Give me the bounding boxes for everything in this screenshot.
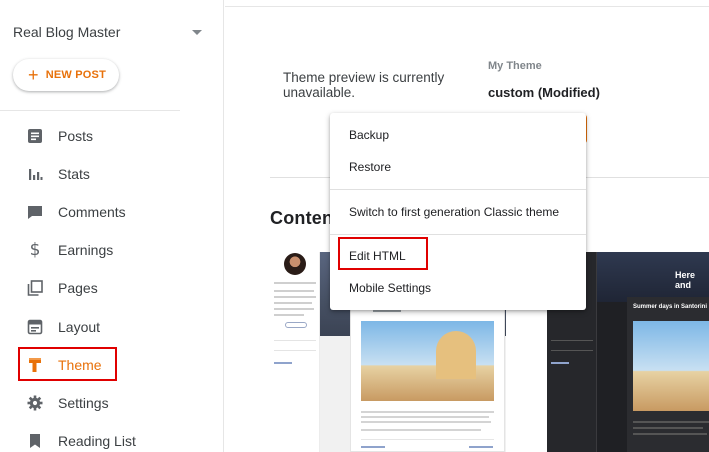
menu-item-classic-theme[interactable]: Switch to first generation Classic theme [330, 199, 586, 225]
blog-selector[interactable]: Real Blog Master [13, 22, 208, 42]
posts-icon [26, 127, 44, 145]
thumbnail-sidebar [270, 252, 320, 452]
sidebar-item-settings[interactable]: Settings [0, 384, 224, 422]
thumbnail-divider [274, 350, 316, 351]
my-theme-label: My Theme [488, 60, 542, 72]
sidebar-item-posts[interactable]: Posts [0, 117, 224, 155]
thumbnail-divider [361, 439, 494, 440]
sidebar-item-label: Settings [58, 394, 109, 411]
top-divider [225, 6, 709, 7]
thumbnail-post-photo [633, 321, 709, 411]
blogger-theme-page: Real Blog Master + NEW POST Posts Stats [0, 0, 709, 452]
thumbnail-post-title: Summer days in Santorini [633, 304, 708, 310]
thumbnail-divider [551, 340, 593, 341]
thumbnail-text-line [274, 282, 316, 284]
stats-icon [26, 165, 44, 183]
layout-icon [26, 318, 44, 336]
sidebar: Real Blog Master + NEW POST Posts Stats [0, 0, 224, 452]
menu-item-backup[interactable]: Backup [330, 122, 586, 148]
thumbnail-text-line [361, 429, 481, 431]
thumbnail-link [274, 362, 292, 364]
blog-name: Real Blog Master [13, 24, 121, 40]
thumbnail-text-line [274, 314, 304, 316]
menu-item-restore[interactable]: Restore [330, 154, 586, 180]
sidebar-item-comments[interactable]: Comments [0, 193, 224, 231]
thumbnail-post-card: Summer days in Santorini [627, 297, 709, 452]
thumbnail-link [551, 362, 569, 364]
sidebar-item-label: Reading List [58, 432, 136, 449]
thumbnail-text-line [633, 421, 709, 423]
pages-icon [26, 279, 44, 297]
new-post-label: NEW POST [45, 69, 106, 81]
preview-unavailable-message: Theme preview is currently unavailable. [283, 70, 445, 100]
menu-divider [330, 234, 586, 235]
sidebar-item-label: Comments [58, 204, 126, 221]
sidebar-item-label: Pages [58, 280, 98, 297]
sidebar-item-reading-list[interactable]: Reading List [0, 422, 224, 452]
sidebar-item-earnings[interactable]: $ Earnings [0, 231, 224, 269]
sidebar-item-stats[interactable]: Stats [0, 155, 224, 193]
my-theme-value: custom (Modified) [488, 85, 600, 100]
thumbnail-text-line [274, 290, 314, 292]
section-heading: Conten [270, 208, 334, 228]
thumbnail-link [361, 446, 385, 448]
menu-item-mobile-settings[interactable]: Mobile Settings [330, 275, 586, 301]
thumbnail-post-card [350, 304, 505, 452]
thumbnail-divider [551, 350, 593, 351]
thumbnail-blog-title: Here and [675, 270, 696, 290]
thumbnail-text-line [274, 308, 314, 310]
sidebar-item-label: Earnings [58, 242, 114, 259]
thumbnail-divider [274, 340, 316, 341]
sidebar-item-label: Posts [58, 128, 94, 145]
thumbnail-post-photo [361, 321, 494, 401]
thumbnail-text-line [361, 416, 489, 418]
sidebar-divider [0, 110, 180, 111]
thumbnail-text-line [274, 296, 316, 298]
edit-html-highlight-box [338, 237, 428, 270]
thumbnail-text-line [373, 310, 401, 312]
comments-icon [26, 203, 44, 221]
plus-icon: + [28, 65, 39, 85]
thumbnail-text-line [274, 302, 312, 304]
menu-divider [330, 189, 586, 190]
thumbnail-text-line [633, 427, 703, 429]
sidebar-item-label: Layout [58, 318, 101, 335]
thumbnail-text-line [633, 433, 707, 435]
thumbnail-text-line [361, 421, 491, 423]
thumbnail-text-line [361, 411, 494, 413]
theme-options-menu: Backup Restore Switch to first generatio… [330, 113, 586, 310]
thumbnail-button [285, 322, 307, 328]
theme-highlight-box [18, 347, 117, 381]
bookmark-icon [26, 432, 44, 450]
sidebar-item-label: Stats [58, 166, 90, 183]
thumbnail-link [469, 446, 493, 448]
dollar-icon: $ [29, 240, 41, 261]
new-post-button[interactable]: + NEW POST [13, 59, 119, 91]
avatar [284, 253, 306, 275]
caret-down-icon [192, 29, 202, 35]
thumbnail-photo-building [436, 331, 476, 379]
gear-icon [26, 394, 44, 412]
sidebar-nav: Posts Stats Comments $ Earnings Pages La… [0, 117, 224, 452]
sidebar-item-pages[interactable]: Pages [0, 269, 224, 307]
sidebar-item-layout[interactable]: Layout [0, 307, 224, 345]
